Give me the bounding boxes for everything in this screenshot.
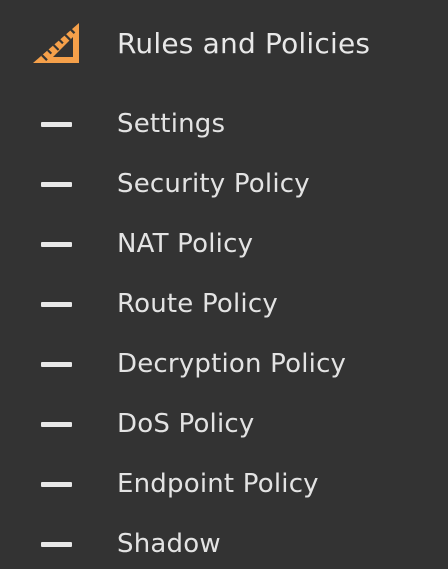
- dash-icon: [41, 242, 72, 247]
- nav-item-label: Shadow: [117, 529, 221, 559]
- dash-icon: [41, 542, 72, 547]
- nav-item-label: Endpoint Policy: [117, 469, 319, 499]
- nav-item-label: Security Policy: [117, 169, 310, 199]
- nav-item-label: NAT Policy: [117, 229, 254, 259]
- section-title: Rules and Policies: [117, 27, 371, 60]
- set-square-ruler-icon: [33, 23, 81, 71]
- nav-item-settings[interactable]: Settings: [0, 99, 448, 149]
- nav-item-label: Route Policy: [117, 289, 278, 319]
- dash-icon: [41, 302, 72, 307]
- nav-item-nat-policy[interactable]: NAT Policy: [0, 219, 448, 269]
- dash-icon: [41, 482, 72, 487]
- nav-item-route-policy[interactable]: Route Policy: [0, 279, 448, 329]
- nav-item-label: DoS Policy: [117, 409, 255, 439]
- dash-icon: [41, 422, 72, 427]
- nav-item-decryption-policy[interactable]: Decryption Policy: [0, 339, 448, 389]
- nav-item-endpoint-policy[interactable]: Endpoint Policy: [0, 459, 448, 509]
- nav-item-shadow[interactable]: Shadow: [0, 519, 448, 569]
- rules-and-policies-menu: Rules and Policies Settings Security Pol…: [0, 0, 448, 568]
- nav-item-security-policy[interactable]: Security Policy: [0, 159, 448, 209]
- dash-icon: [41, 362, 72, 367]
- dash-icon: [41, 182, 72, 187]
- nav-item-label: Decryption Policy: [117, 349, 347, 379]
- dash-icon: [41, 122, 72, 127]
- section-header-rules-and-policies[interactable]: Rules and Policies: [0, 14, 448, 74]
- nav-item-label: Settings: [117, 109, 226, 139]
- nav-item-dos-policy[interactable]: DoS Policy: [0, 399, 448, 449]
